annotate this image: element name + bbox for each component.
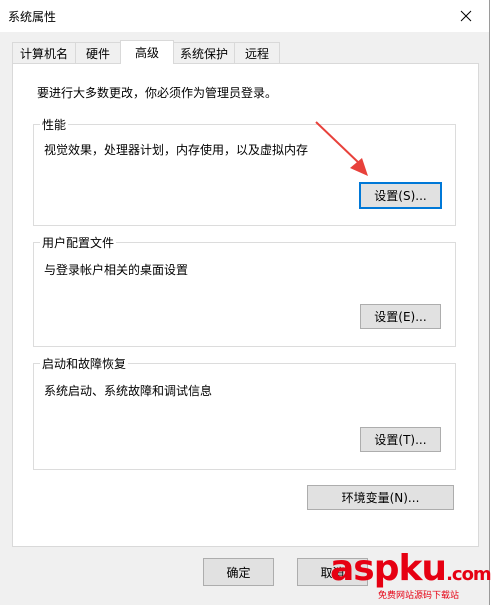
performance-desc: 视觉效果，处理器计划，内存使用，以及虚拟内存 (44, 143, 309, 157)
performance-title: 性能 (40, 116, 69, 133)
watermark-logo: aspku.com (330, 548, 492, 589)
close-button[interactable] (443, 0, 489, 32)
annotation-arrow-icon (315, 121, 368, 176)
watermark-logo-text: aspku (330, 548, 447, 589)
performance-group: 性能 视觉效果，处理器计划，内存使用，以及虚拟内存 设置(S)... (33, 116, 456, 226)
admin-note: 要进行大多数更改，你必须作为管理员登录。 (37, 86, 278, 100)
tab-label: 高级 (134, 46, 159, 60)
close-icon (460, 10, 472, 22)
startup-recovery-title: 启动和故障恢复 (40, 355, 129, 372)
button-label: 设置(E)... (374, 310, 427, 324)
tab-remote[interactable]: 远程 (234, 42, 280, 63)
watermark-suffix: .com (446, 564, 492, 585)
button-label: 设置(S)... (374, 189, 427, 203)
tab-label: 远程 (244, 46, 269, 61)
tab-label: 计算机名 (19, 46, 68, 61)
user-profiles-group: 用户配置文件 与登录帐户相关的桌面设置 设置(E)... (33, 234, 456, 347)
advanced-tab-panel: 要进行大多数更改，你必须作为管理员登录。 性能 视觉效果，处理器计划，内存使用，… (12, 63, 479, 547)
window-title: 系统属性 (8, 10, 57, 24)
startup-recovery-settings-button[interactable]: 设置(T)... (360, 427, 441, 452)
environment-variables-button[interactable]: 环境变量(N)... (307, 485, 454, 510)
background-window-edge (489, 0, 493, 605)
user-profiles-desc: 与登录帐户相关的桌面设置 (44, 263, 189, 277)
ok-button[interactable]: 确定 (203, 558, 274, 586)
watermark-subtitle: 免费网站源码下载站 (378, 591, 460, 601)
tab-hardware[interactable]: 硬件 (75, 42, 121, 63)
performance-settings-button[interactable]: 设置(S)... (359, 182, 442, 209)
user-profiles-title: 用户配置文件 (40, 234, 117, 251)
tab-label: 系统保护 (179, 46, 228, 61)
tab-strip: 计算机名 硬件 高级 系统保护 远程 (12, 40, 477, 64)
startup-recovery-group: 启动和故障恢复 系统启动、系统故障和调试信息 设置(T)... (33, 355, 456, 470)
user-profiles-settings-button[interactable]: 设置(E)... (360, 304, 441, 329)
button-label: 环境变量(N)... (341, 491, 420, 505)
title-bar[interactable]: 系统属性 (0, 0, 489, 32)
site-watermark: aspku.com 免费网站源码下载站 (330, 548, 493, 605)
tab-computer-name[interactable]: 计算机名 (12, 42, 76, 63)
button-label: 设置(T)... (374, 433, 427, 447)
tab-advanced[interactable]: 高级 (120, 40, 174, 64)
tab-label: 硬件 (85, 46, 110, 61)
startup-recovery-desc: 系统启动、系统故障和调试信息 (44, 384, 213, 398)
system-properties-dialog: 系统属性 计算机名 硬件 高级 系统保护 远程 要进行大多数更改，你必须作为管理… (0, 0, 490, 605)
button-label: 确定 (226, 565, 251, 580)
tab-system-protection[interactable]: 系统保护 (173, 42, 235, 63)
